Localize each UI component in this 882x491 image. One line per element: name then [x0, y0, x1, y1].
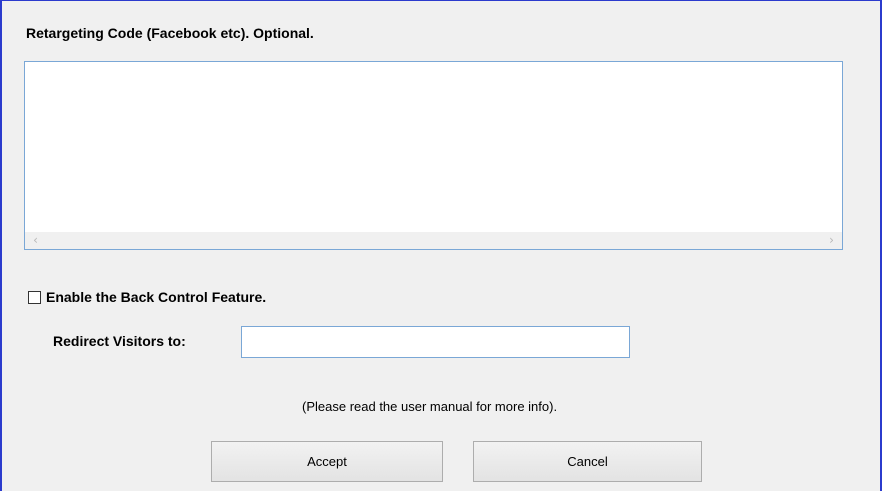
cancel-button[interactable]: Cancel — [473, 441, 702, 482]
redirect-visitors-label: Redirect Visitors to: — [53, 333, 186, 349]
accept-button[interactable]: Accept — [211, 441, 443, 482]
chevron-left-icon[interactable]: ‹ — [27, 232, 44, 249]
retargeting-code-textarea[interactable]: ‹ › — [24, 61, 843, 250]
chevron-right-icon[interactable]: › — [823, 232, 840, 249]
horizontal-scrollbar[interactable]: ‹ › — [25, 232, 842, 249]
redirect-url-input[interactable] — [241, 326, 630, 358]
back-control-checkbox[interactable] — [28, 290, 41, 304]
user-manual-note: (Please read the user manual for more in… — [302, 399, 558, 414]
back-control-label[interactable]: Enable the Back Control Feature. — [46, 289, 266, 305]
retargeting-code-heading: Retargeting Code (Facebook etc). Optiona… — [26, 25, 314, 41]
dialog-window: Retargeting Code (Facebook etc). Optiona… — [0, 0, 882, 491]
back-control-option[interactable]: Enable the Back Control Feature. — [28, 289, 266, 305]
